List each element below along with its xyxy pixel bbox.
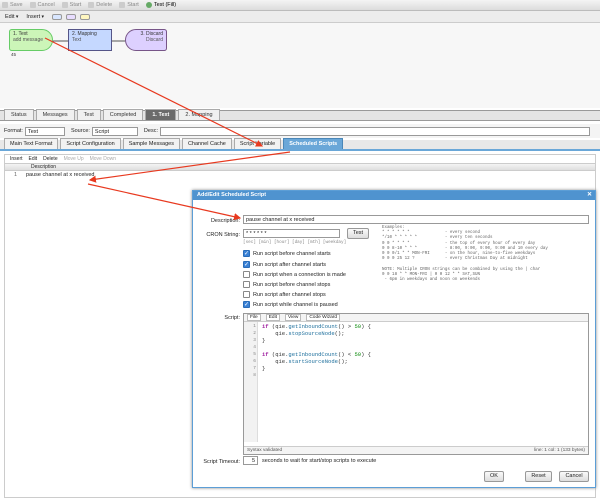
arrow-row-to-dialog bbox=[87, 183, 242, 221]
arrow-node-to-tab bbox=[44, 37, 264, 147]
annotation-arrows bbox=[44, 37, 291, 221]
arrow-tab-to-row bbox=[88, 151, 291, 183]
